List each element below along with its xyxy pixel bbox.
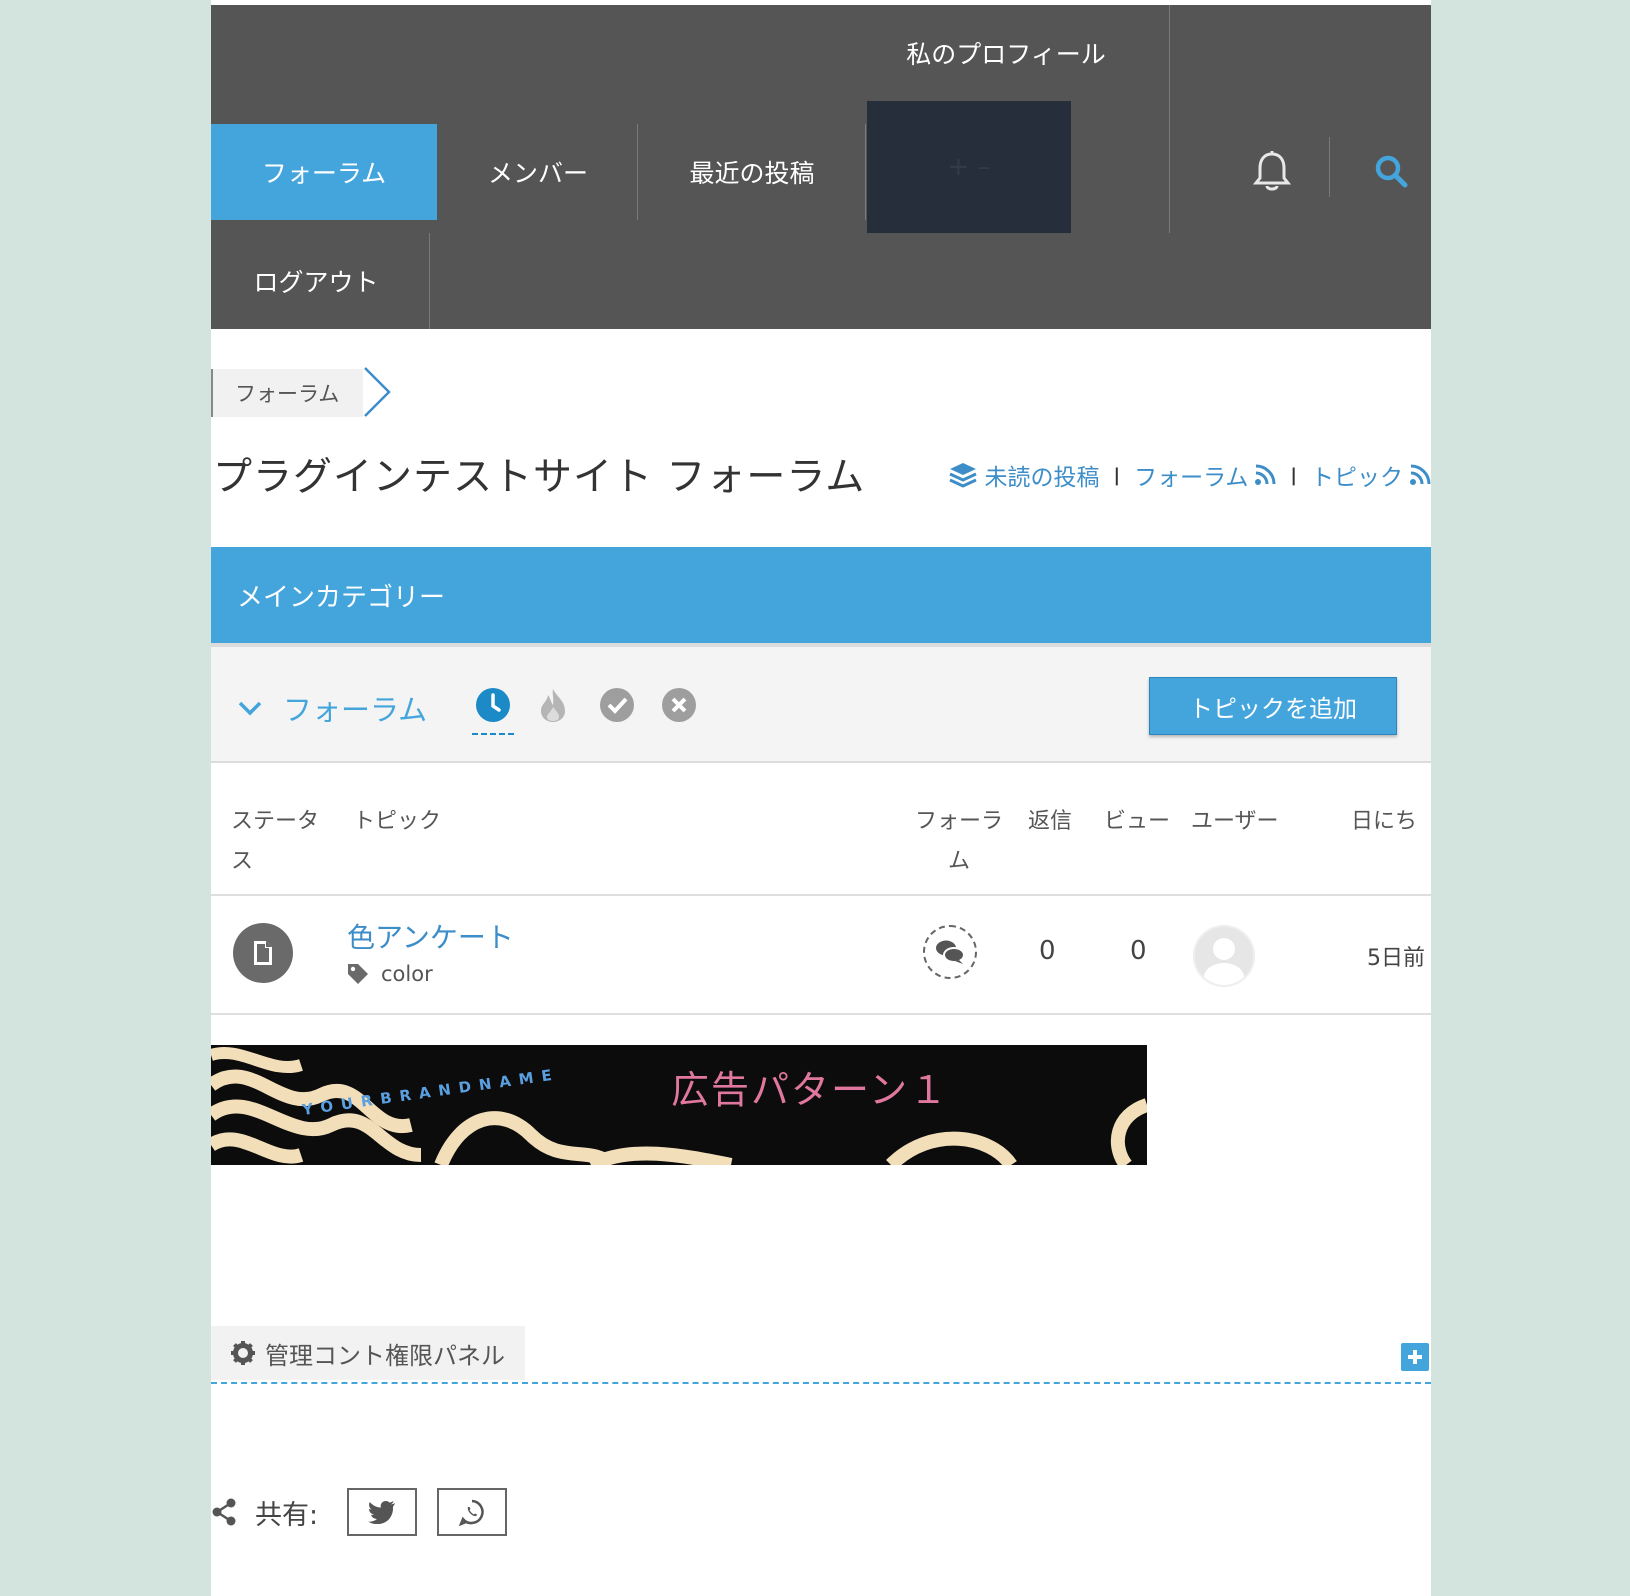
share-section: 共有: [211, 1488, 318, 1536]
forum-links: 未読の投稿 | フォーラム | トピック [948, 458, 1431, 492]
topic-feed-link[interactable]: トピック [1311, 458, 1403, 492]
nav-label: ログアウト [253, 268, 379, 297]
admin-panel-tab[interactable]: 管理コント権限パネル [211, 1326, 525, 1380]
comments-icon[interactable] [923, 925, 977, 979]
topic-title-link[interactable]: 色アンケート [347, 916, 514, 956]
bell-icon[interactable] [1241, 141, 1303, 203]
nav-item-forum[interactable]: フォーラム [211, 124, 437, 220]
tag-label: color [381, 962, 433, 986]
topic-tag[interactable]: color [347, 962, 433, 986]
share-label: 共有: [255, 1499, 319, 1531]
nav-divider [1329, 137, 1330, 197]
recent-icon[interactable] [472, 687, 514, 735]
reply-count: 0 [1039, 936, 1056, 966]
page: 私のプロフィール フォーラム メンバー 最近の投稿 + – ログアウト フォーラ… [211, 0, 1431, 1596]
table-divider [211, 1013, 1431, 1015]
nav-item-logout[interactable]: ログアウト [211, 233, 421, 329]
category-header: メインカテゴリー [211, 547, 1431, 643]
nav-item-my-profile[interactable]: 私のプロフィール [861, 5, 1151, 101]
breadcrumb[interactable]: フォーラム [211, 369, 363, 417]
unread-posts-link[interactable]: 未読の投稿 [985, 458, 1100, 492]
nav-label: 最近の投稿 [689, 159, 815, 188]
chevron-down-icon [238, 701, 262, 716]
main-navigation: 私のプロフィール フォーラム メンバー 最近の投稿 + – ログアウト [211, 5, 1431, 329]
admin-divider [211, 1382, 1431, 1384]
gear-icon [231, 1341, 255, 1365]
nav-label: フォーラム [261, 159, 387, 188]
rss-icon[interactable] [1254, 464, 1276, 486]
forum-toolbar: フォーラム トピックを追加 [211, 643, 1431, 763]
last-post-date: 5日前 [1367, 946, 1425, 971]
page-title: プラグインテストサイト フォーラム [213, 455, 866, 500]
column-header-topic: トピック [353, 809, 442, 834]
unsolved-icon[interactable] [661, 687, 697, 727]
hot-icon[interactable] [537, 687, 569, 727]
header-text: ステータ [231, 809, 320, 834]
add-topic-label: トピックを追加 [1189, 694, 1357, 723]
nav-divider [1169, 5, 1170, 233]
column-header-replies: 返信 [1028, 809, 1073, 834]
column-header-forum: フォーラ ム [911, 802, 1007, 882]
column-header-date: 日にち [1351, 809, 1418, 834]
nav-divider [865, 124, 866, 220]
twitter-share-button[interactable] [347, 1488, 417, 1536]
ad-banner[interactable]: YOURBRANDNAME 広告パターン１ [211, 1045, 1147, 1165]
nav-label: 私のプロフィール [906, 40, 1106, 69]
search-icon[interactable] [1361, 141, 1421, 201]
link-separator: | [1113, 464, 1121, 486]
brand-name-arc: YOURBRANDNAME [291, 1063, 591, 1163]
nav-item-hidden[interactable]: + – [867, 101, 1071, 233]
view-count: 0 [1130, 936, 1147, 966]
forum-toggle-label: フォーラム [283, 693, 428, 727]
column-header-views: ビュー [1104, 809, 1171, 834]
chevron-right-icon [364, 367, 391, 417]
whatsapp-icon [458, 1499, 484, 1526]
header-text: ス [231, 849, 254, 874]
share-icon [212, 1498, 236, 1526]
expand-plus-icon[interactable] [1401, 1343, 1429, 1371]
table-divider [211, 894, 1431, 896]
nav-item-members[interactable]: メンバー [438, 124, 638, 220]
forum-feed-link[interactable]: フォーラム [1134, 458, 1248, 492]
tag-icon [348, 964, 368, 984]
add-topic-button[interactable]: トピックを追加 [1149, 677, 1397, 735]
whatsapp-share-button[interactable] [437, 1488, 507, 1536]
solved-icon[interactable] [599, 687, 635, 727]
column-header-user: ユーザー [1191, 809, 1279, 834]
admin-panel-label: 管理コント権限パネル [265, 1341, 505, 1370]
brand-name: YOURBRANDNAME [301, 1065, 561, 1119]
avatar[interactable] [1193, 925, 1255, 987]
twitter-icon [368, 1501, 395, 1524]
document-icon [233, 923, 293, 983]
active-filter-underline [472, 733, 514, 735]
header-text: フォーラ [914, 809, 1003, 834]
category-title: メインカテゴリー [237, 582, 446, 613]
nav-divider [429, 233, 430, 329]
nav-label: メンバー [487, 159, 588, 188]
rss-icon[interactable] [1409, 464, 1431, 486]
nav-item-recent-posts[interactable]: 最近の投稿 [639, 124, 865, 220]
header-text: ム [947, 849, 970, 874]
layers-icon [948, 463, 977, 488]
ad-text: 広告パターン１ [671, 1068, 950, 1112]
nav-hidden-label: + – [947, 152, 991, 182]
nav-divider [637, 124, 638, 220]
column-header-status: ステータ ス [231, 802, 319, 882]
link-separator: | [1290, 464, 1297, 486]
forum-toggle[interactable]: フォーラム [237, 687, 427, 729]
breadcrumb-label: フォーラム [235, 382, 340, 406]
